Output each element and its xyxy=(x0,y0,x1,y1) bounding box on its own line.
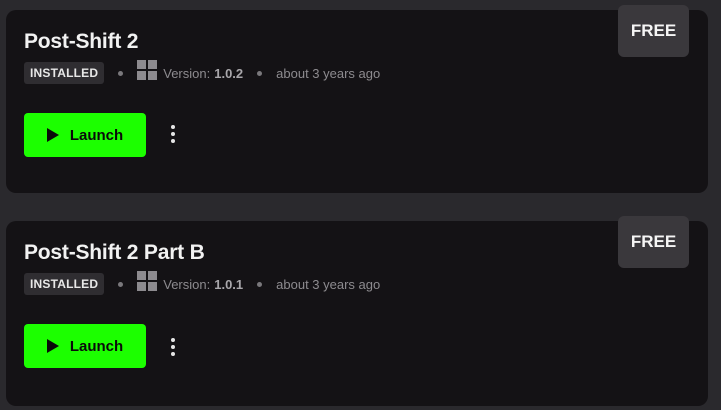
price-badge: FREE xyxy=(618,5,689,57)
windows-icon xyxy=(137,271,158,291)
version-value: 1.0.2 xyxy=(214,65,244,81)
app-title: Post-Shift 2 xyxy=(24,30,139,53)
launch-button[interactable]: Launch xyxy=(24,113,146,157)
launch-button[interactable]: Launch xyxy=(24,324,146,368)
play-icon xyxy=(46,128,59,142)
separator-dot xyxy=(257,281,263,287)
updated-time: about 3 years ago xyxy=(276,65,381,81)
updated-time: about 3 years ago xyxy=(276,276,381,292)
windows-icon xyxy=(137,60,158,80)
app-meta: INSTALLED Version: 1.0.2 about 3 years a… xyxy=(24,60,381,85)
separator-dot xyxy=(118,281,124,287)
launch-label: Launch xyxy=(69,337,124,355)
more-options-icon[interactable] xyxy=(166,125,180,143)
separator-dot xyxy=(118,70,124,76)
app-title: Post-Shift 2 Part B xyxy=(24,241,205,264)
installed-badge: INSTALLED xyxy=(24,62,105,84)
version-label: Version: xyxy=(163,65,211,81)
app-library: Post-Shift 2 INSTALLED Version: 1.0.2 ab… xyxy=(0,0,721,410)
version-value: 1.0.1 xyxy=(214,276,244,292)
price-badge: FREE xyxy=(618,216,689,268)
play-icon xyxy=(46,339,59,353)
app-card: Post-Shift 2 INSTALLED Version: 1.0.2 ab… xyxy=(6,5,708,193)
version-label: Version: xyxy=(163,276,211,292)
app-meta: INSTALLED Version: 1.0.1 about 3 years a… xyxy=(24,271,381,296)
app-card: Post-Shift 2 Part B INSTALLED Version: 1… xyxy=(6,216,708,406)
installed-badge: INSTALLED xyxy=(24,273,105,295)
more-options-icon[interactable] xyxy=(166,338,180,356)
separator-dot xyxy=(257,70,263,76)
launch-label: Launch xyxy=(69,126,124,144)
